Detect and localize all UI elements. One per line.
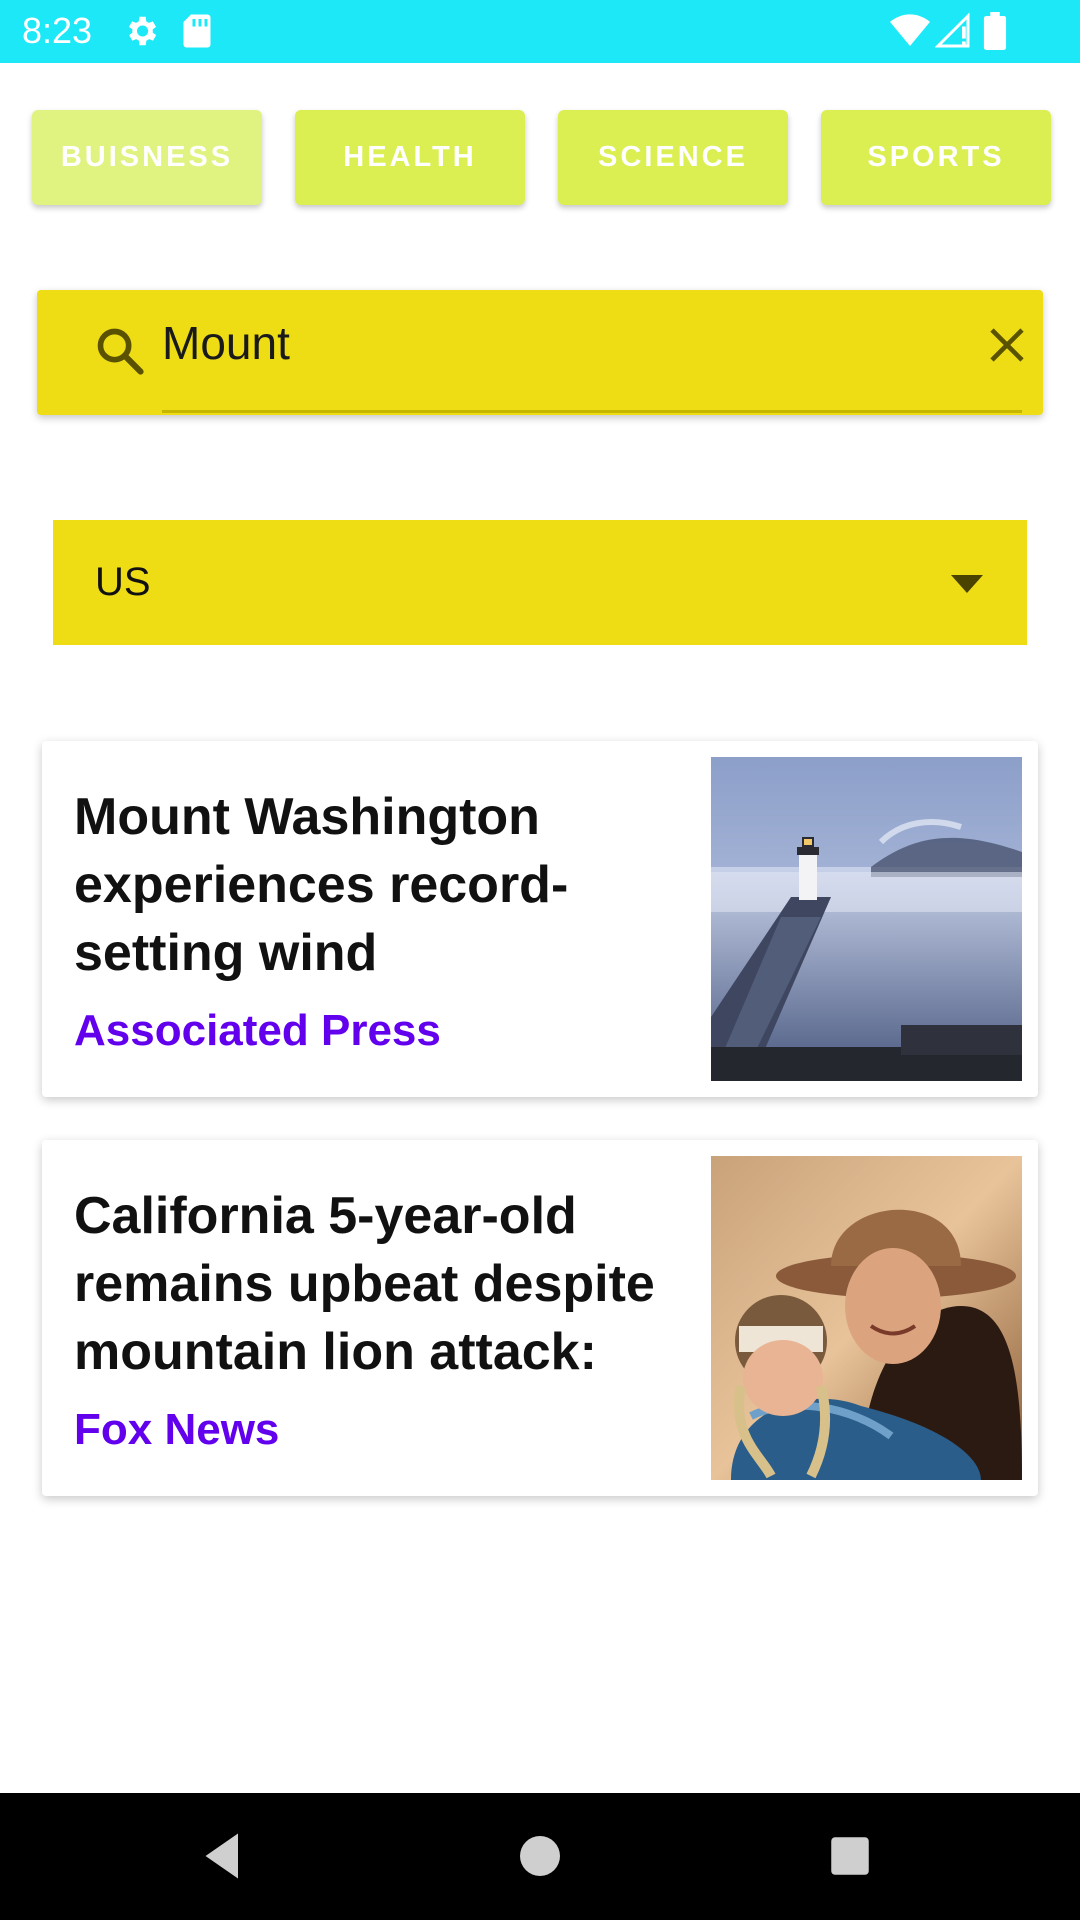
category-health-button[interactable]: HEALTH [295, 110, 525, 205]
article-card[interactable]: Mount Washington experiences record-sett… [42, 741, 1038, 1097]
cell-signal-icon [935, 12, 970, 48]
settings-icon [128, 16, 157, 46]
article-image-mother-child [711, 1156, 1022, 1480]
category-business-button[interactable]: BUISNESS [32, 110, 262, 205]
recents-icon[interactable] [820, 1826, 880, 1886]
article-title: Mount Washington experiences record-sett… [74, 788, 569, 982]
search-input[interactable]: Mount [162, 308, 662, 378]
article-image-lighthouse [711, 757, 1022, 1081]
category-science-button[interactable]: SCIENCE [558, 110, 788, 205]
back-icon[interactable] [193, 1826, 253, 1886]
search-icon [97, 328, 144, 375]
search-underline [162, 410, 1022, 413]
dropdown-arrow-icon [951, 575, 983, 593]
article-card[interactable]: California 5-year-old remains upbeat des… [42, 1140, 1038, 1496]
country-select[interactable]: US [53, 520, 1027, 645]
category-sports-button[interactable]: SPORTS [821, 110, 1051, 205]
home-icon[interactable] [510, 1826, 570, 1886]
wifi-icon [890, 14, 930, 47]
search-bar: Mount [37, 290, 1043, 415]
battery-icon [983, 12, 1007, 50]
navigation-bar [0, 1793, 1080, 1920]
status-time: 8:23 [22, 10, 93, 51]
status-bar: 8:23 [0, 0, 1080, 63]
article-title: California 5-year-old remains upbeat des… [74, 1187, 655, 1381]
close-icon[interactable] [987, 325, 1027, 365]
article-source: Fox News [74, 1405, 280, 1454]
article-source: Associated Press [74, 1006, 441, 1055]
sd-card-icon [183, 14, 211, 48]
country-select-value: US [95, 560, 151, 604]
